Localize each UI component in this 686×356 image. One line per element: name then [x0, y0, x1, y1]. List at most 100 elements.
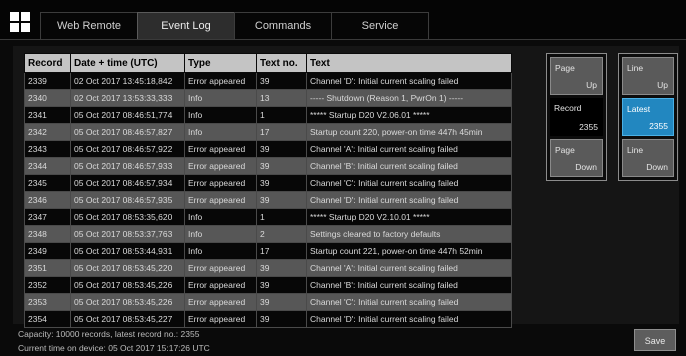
cell-datetime: 05 Oct 2017 08:46:57,827	[70, 123, 185, 141]
cell-text: Channel 'B': Initial current scaling fai…	[306, 276, 512, 294]
page-down-button[interactable]: Page Down	[550, 139, 603, 177]
top-bar: Web Remote Event Log Commands Service	[0, 0, 686, 40]
table-row[interactable]: 2347 05 Oct 2017 08:53:35,620 Info 1 ***** S…	[24, 208, 512, 226]
record-display-label: Record	[554, 103, 582, 113]
table-header-row: Record Date + time (UTC) Type Text no. T…	[24, 53, 512, 73]
cell-type: Error appeared	[184, 191, 257, 209]
cell-type: Info	[184, 106, 257, 124]
page-up-sublabel: Up	[586, 80, 597, 90]
table-row[interactable]: 2343 05 Oct 2017 08:46:57,922 Error appear…	[24, 140, 512, 158]
table-row[interactable]: 2354 05 Oct 2017 08:53:45,227 Error appear…	[24, 310, 512, 328]
table-row[interactable]: 2352 05 Oct 2017 08:53:45,226 Error appear…	[24, 276, 512, 294]
cell-record: 2342	[24, 123, 71, 141]
cell-record: 2351	[24, 259, 71, 277]
cell-text: Channel 'A': Initial current scaling fai…	[306, 140, 512, 158]
cell-text-no: 39	[256, 191, 307, 209]
latest-value: 2355	[649, 121, 668, 131]
line-up-sublabel: Up	[657, 80, 668, 90]
table-row[interactable]: 2346 05 Oct 2017 08:46:57,935 Error appear…	[24, 191, 512, 209]
cell-datetime: 05 Oct 2017 08:46:57,933	[70, 157, 185, 175]
table-row[interactable]: 2353 05 Oct 2017 08:53:45,226 Error appear…	[24, 293, 512, 311]
page-down-label: Page	[555, 145, 575, 155]
latest-label: Latest	[627, 104, 651, 114]
cell-record: 2341	[24, 106, 71, 124]
table-row[interactable]: 2340 02 Oct 2017 13:53:33,333 Info 13 ----- …	[24, 89, 512, 107]
cell-type: Error appeared	[184, 72, 257, 90]
cell-record: 2348	[24, 225, 71, 243]
record-display-value: 2355	[579, 122, 598, 132]
cell-type: Error appeared	[184, 259, 257, 277]
table-row[interactable]: 2342 05 Oct 2017 08:46:57,827 Info 17 Startu…	[24, 123, 512, 141]
cell-datetime: 05 Oct 2017 08:53:37,763	[70, 225, 185, 243]
table-row[interactable]: 2351 05 Oct 2017 08:53:45,220 Error appear…	[24, 259, 512, 277]
cell-record: 2353	[24, 293, 71, 311]
cell-text-no: 2	[256, 225, 307, 243]
column-header-record: Record	[24, 53, 71, 73]
line-down-button[interactable]: Line Down	[622, 139, 674, 177]
cell-text-no: 39	[256, 140, 307, 158]
table-row[interactable]: 2348 05 Oct 2017 08:53:37,763 Info 2 Setting…	[24, 225, 512, 243]
cell-datetime: 05 Oct 2017 08:46:57,922	[70, 140, 185, 158]
line-down-sublabel: Down	[646, 162, 668, 172]
column-header-datetime: Date + time (UTC)	[70, 53, 185, 73]
table-row[interactable]: 2345 05 Oct 2017 08:46:57,934 Error appear…	[24, 174, 512, 192]
table-row[interactable]: 2339 02 Oct 2017 13:45:18,842 Error appear…	[24, 72, 512, 90]
cell-text: Channel 'A': Initial current scaling fai…	[306, 259, 512, 277]
column-header-text-no: Text no.	[256, 53, 307, 73]
cell-text-no: 39	[256, 293, 307, 311]
cell-text-no: 39	[256, 276, 307, 294]
tab-web-remote[interactable]: Web Remote	[40, 12, 138, 40]
page-up-button[interactable]: Page Up	[550, 57, 603, 95]
tab-commands[interactable]: Commands	[234, 12, 332, 40]
cell-record: 2352	[24, 276, 71, 294]
app-logo-icon	[10, 12, 30, 32]
cell-type: Info	[184, 225, 257, 243]
cell-datetime: 05 Oct 2017 08:53:45,227	[70, 310, 185, 328]
cell-text: Channel 'D': Initial current scaling fai…	[306, 72, 512, 90]
record-display: Record 2355	[550, 98, 603, 136]
cell-datetime: 05 Oct 2017 08:53:45,226	[70, 293, 185, 311]
cell-text-no: 39	[256, 72, 307, 90]
cell-type: Error appeared	[184, 310, 257, 328]
cell-datetime: 05 Oct 2017 08:46:57,934	[70, 174, 185, 192]
cell-record: 2339	[24, 72, 71, 90]
cell-text: ***** Startup D20 V2.10.01 *****	[306, 208, 512, 226]
cell-type: Info	[184, 123, 257, 141]
cell-record: 2354	[24, 310, 71, 328]
line-up-label: Line	[627, 63, 644, 73]
cell-record: 2347	[24, 208, 71, 226]
cell-text: ***** Startup D20 V2.06.01 *****	[306, 106, 512, 124]
cell-record: 2344	[24, 157, 71, 175]
cell-record: 2345	[24, 174, 71, 192]
cell-type: Error appeared	[184, 157, 257, 175]
cell-type: Error appeared	[184, 174, 257, 192]
cell-text-no: 17	[256, 123, 307, 141]
cell-text-no: 39	[256, 157, 307, 175]
column-header-type: Type	[184, 53, 257, 73]
cell-text-no: 13	[256, 89, 307, 107]
tab-event-log[interactable]: Event Log	[137, 12, 235, 40]
table-row[interactable]: 2341 05 Oct 2017 08:46:51,774 Info 1 ***** S…	[24, 106, 512, 124]
cell-type: Error appeared	[184, 293, 257, 311]
table-row[interactable]: 2349 05 Oct 2017 08:53:44,931 Info 17 Startu…	[24, 242, 512, 260]
cell-type: Error appeared	[184, 276, 257, 294]
save-button[interactable]: Save	[634, 329, 676, 351]
tab-bar: Web Remote Event Log Commands Service	[40, 12, 429, 40]
cell-type: Error appeared	[184, 140, 257, 158]
cell-record: 2346	[24, 191, 71, 209]
tab-service[interactable]: Service	[331, 12, 429, 40]
latest-button[interactable]: Latest 2355	[622, 98, 674, 136]
cell-record: 2349	[24, 242, 71, 260]
cell-type: Info	[184, 242, 257, 260]
cell-datetime: 02 Oct 2017 13:53:33,333	[70, 89, 185, 107]
line-up-button[interactable]: Line Up	[622, 57, 674, 95]
page-up-label: Page	[555, 63, 575, 73]
table-row[interactable]: 2344 05 Oct 2017 08:46:57,933 Error appear…	[24, 157, 512, 175]
page-navigation: Page Up Record 2355 Page Down	[546, 53, 607, 181]
cell-text-no: 17	[256, 242, 307, 260]
cell-datetime: 05 Oct 2017 08:53:44,931	[70, 242, 185, 260]
tab-divider	[0, 39, 686, 40]
cell-text: Startup count 220, power-on time 447h 45…	[306, 123, 512, 141]
cell-record: 2340	[24, 89, 71, 107]
page-down-sublabel: Down	[575, 162, 597, 172]
